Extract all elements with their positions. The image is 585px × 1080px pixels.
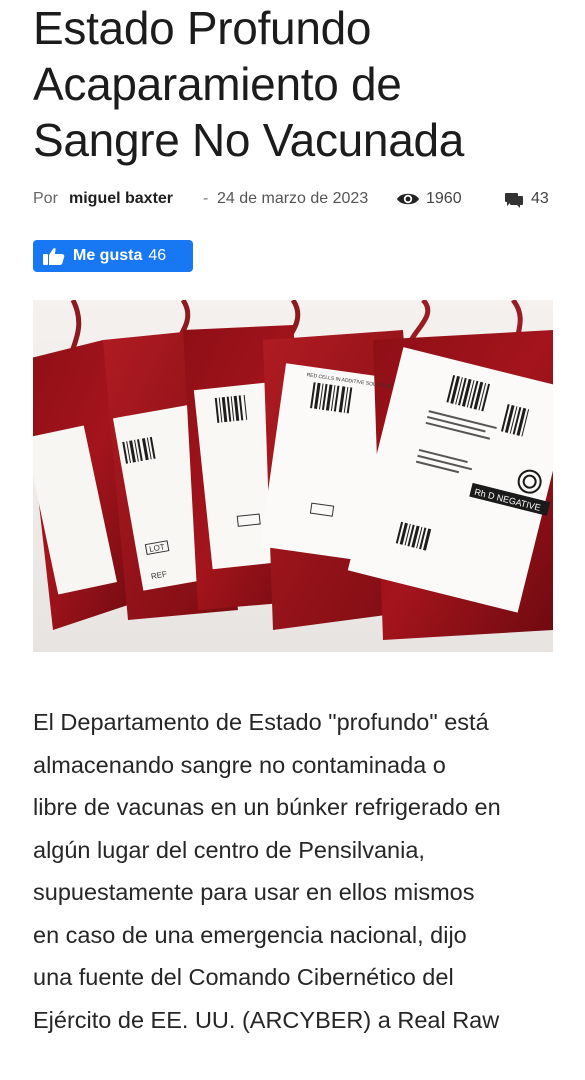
like-label: Me gusta	[73, 247, 143, 264]
article-title: Estado Profundo Acaparamiento de Sangre …	[33, 0, 573, 168]
by-label: Por	[33, 190, 58, 207]
body-line-7: una fuente del Comando Cibernético del	[33, 964, 454, 990]
body-line-3: libre de vacunas en un búnker refrigerad…	[33, 794, 501, 820]
author-link[interactable]: miguel baxter	[69, 188, 173, 210]
blood-bags-illustration: Rh D NEGATIVE LOT REF RED CELLS IN ADDIT…	[33, 300, 553, 652]
comments-count[interactable]: 43	[531, 188, 549, 210]
title-line-2: Acaparamiento de	[33, 58, 402, 110]
thumbs-up-icon	[43, 248, 65, 265]
eye-icon	[397, 193, 419, 205]
body-line-2: almacenando sangre no contaminada o	[33, 751, 446, 778]
article-meta: Por miguel baxter - 24 de marzo de 2023 …	[33, 188, 573, 212]
publish-date: 24 de marzo de 2023	[217, 190, 369, 207]
article-body: El Departamento de Estado "profundo" est…	[33, 701, 563, 1041]
article-image: Rh D NEGATIVE LOT REF RED CELLS IN ADDIT…	[33, 300, 553, 652]
meta-separator: -	[203, 190, 209, 207]
body-line-5: supuestamente para usar en ellos mismos	[33, 879, 475, 905]
views-count: 1960	[426, 190, 462, 207]
comment-icon[interactable]	[505, 193, 523, 208]
like-count: 46	[148, 247, 167, 264]
title-line-3: Sangre No Vacunada	[33, 114, 465, 166]
body-line-4: algún lugar del centro de Pensilvania,	[33, 836, 425, 863]
body-line-8: Ejército de EE. UU. (ARCYBER) a Real Raw	[33, 1006, 500, 1033]
like-button[interactable]: Me gusta 46	[33, 240, 193, 272]
body-line-1: El Departamento de Estado "profundo" est…	[33, 709, 489, 735]
title-line-1: Estado Profundo	[33, 2, 372, 54]
body-line-6: en caso de una emergencia nacional, dijo	[33, 921, 467, 948]
